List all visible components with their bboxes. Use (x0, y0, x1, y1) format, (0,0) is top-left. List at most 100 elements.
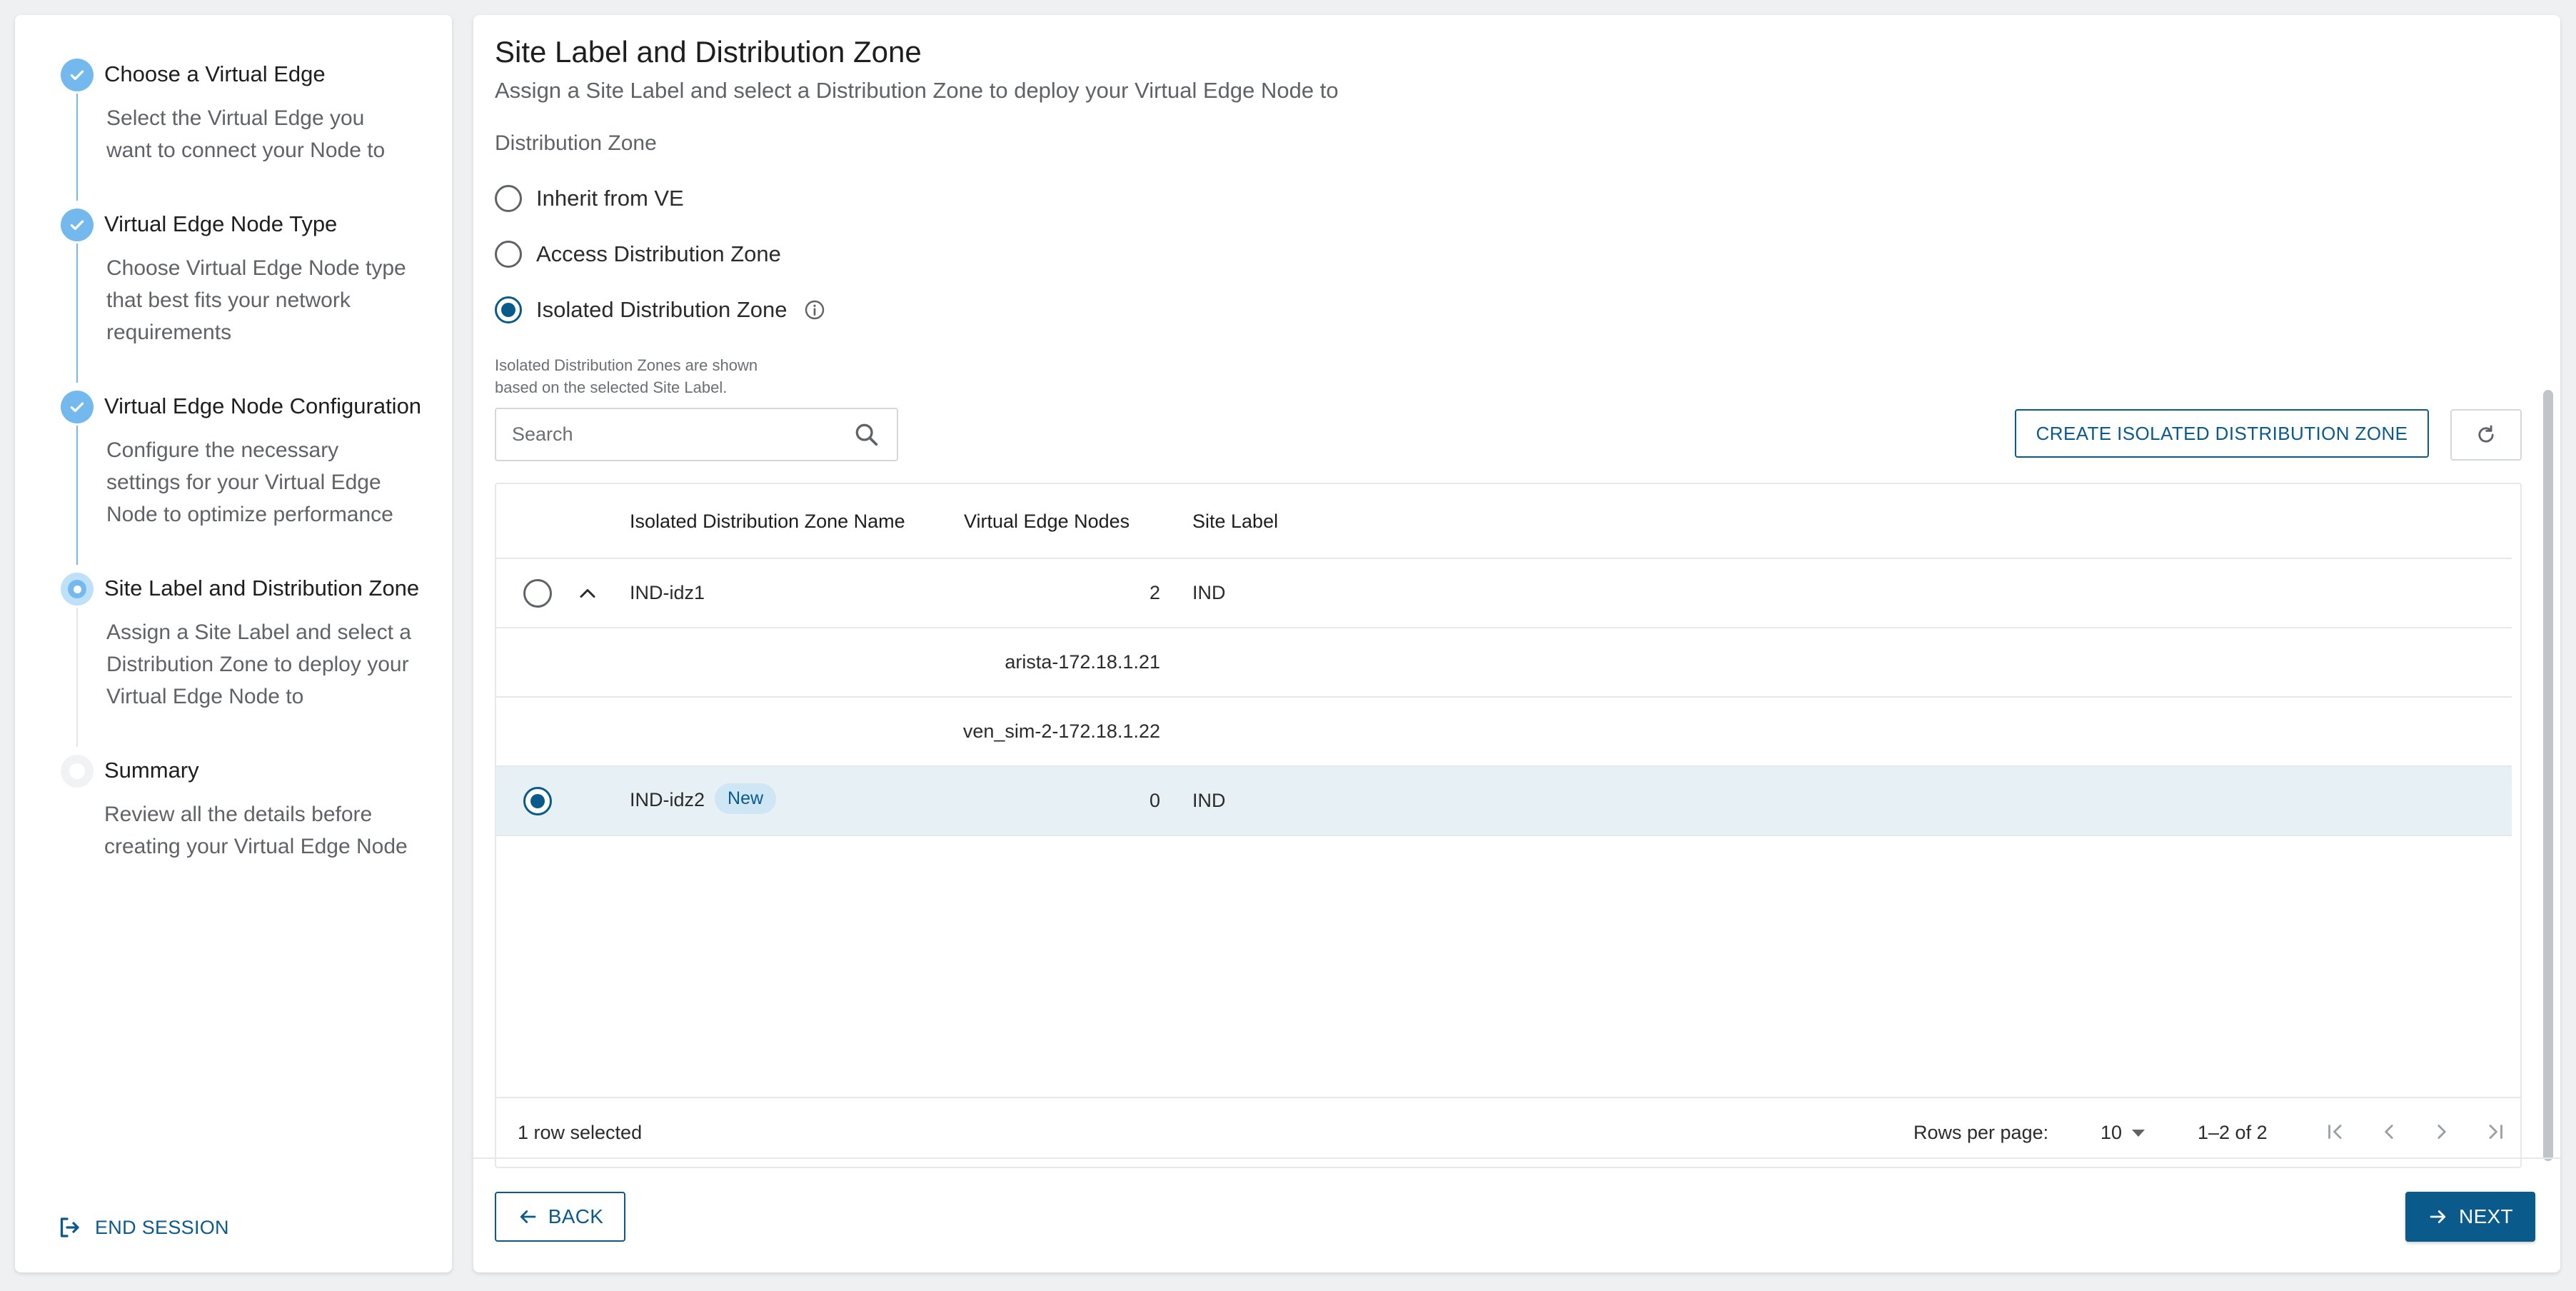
step-connector (76, 243, 78, 383)
step-desc-line: Distribution Zone to deploy your (106, 653, 409, 676)
check-icon (61, 209, 94, 241)
check-icon (61, 59, 94, 91)
back-button[interactable]: BACK (495, 1192, 625, 1242)
first-page-button[interactable] (2319, 1115, 2352, 1148)
rows-selected-text: 1 row selected (518, 1122, 643, 1143)
page-title: Site Label and Distribution Zone (495, 35, 922, 69)
zone-name-cell: IND-idz1 (630, 582, 705, 603)
new-badge: New (715, 783, 777, 814)
step-desc-line: want to connect your Node to (106, 139, 386, 162)
caret-down-icon (2132, 1129, 2145, 1137)
virtual-edge-nodes-cell: 0 (1149, 790, 1160, 811)
active-step-icon (61, 573, 94, 606)
last-page-icon (2489, 1125, 2502, 1139)
rows-per-page-label: Rows per page: (1913, 1122, 2049, 1143)
step-desc-line: Virtual Edge Node to (106, 685, 304, 708)
site-label-cell: IND (1192, 582, 1226, 603)
info-icon[interactable] (803, 298, 826, 321)
end-session-label: END SESSION (95, 1216, 229, 1238)
row-select-radio[interactable] (523, 579, 552, 608)
next-page-button[interactable] (2425, 1115, 2458, 1148)
column-header-site-label[interactable]: Site Label (1192, 511, 1278, 533)
virtual-edge-nodes-cell: 2 (1149, 582, 1160, 603)
step-description: Select the Virtual Edge you want to conn… (106, 102, 435, 166)
step-connector (76, 426, 78, 565)
step-description: Choose Virtual Edge Node type that best … (106, 252, 435, 348)
step-desc-line: Review all the details before (104, 803, 373, 826)
arrow-left-icon (520, 1210, 536, 1223)
step-desc-line: creating your Virtual Edge Node (104, 835, 408, 858)
step-connector (76, 94, 78, 201)
step-title: Virtual Edge Node Type (104, 211, 338, 236)
step-title: Site Label and Distribution Zone (104, 576, 420, 601)
help-line: based on the selected Site Label. (495, 378, 728, 396)
refresh-button[interactable] (2450, 409, 2522, 461)
wizard-stepper: Choose a Virtual Edge Select the Virtual… (15, 15, 452, 1272)
main-panel: Site Label and Distribution Zone Assign … (473, 15, 2560, 1272)
chevron-right-icon (2437, 1125, 2446, 1139)
step-desc-line: that best fits your network (106, 288, 351, 312)
step-desc-line: requirements (106, 321, 232, 344)
next-button[interactable]: NEXT (2405, 1192, 2535, 1242)
site-label-cell: IND (1192, 790, 1226, 811)
table-pagination: 1 row selected Rows per page: 10 1–2 of … (496, 1097, 2520, 1167)
table-child-row: ven_sim-2-172.18.1.22 (496, 698, 2512, 767)
column-header-zone-name[interactable]: Isolated Distribution Zone Name (630, 511, 905, 533)
check-icon (61, 391, 94, 423)
radio-access-distribution-zone[interactable]: Access Distribution Zone (495, 241, 781, 268)
last-page-button[interactable] (2479, 1115, 2512, 1148)
back-label: BACK (548, 1205, 604, 1227)
radio-button[interactable] (495, 241, 522, 268)
chevron-up-icon[interactable] (575, 581, 600, 606)
search-icon[interactable] (852, 421, 881, 449)
radio-label: Access Distribution Zone (536, 241, 781, 266)
table-row-selected[interactable]: IND-idz2 New 0 IND (496, 767, 2512, 836)
chevron-left-icon (2385, 1125, 2393, 1139)
radio-inherit-from-ve[interactable]: Inherit from VE (495, 185, 684, 212)
pending-step-icon (61, 755, 94, 788)
step-title: Virtual Edge Node Configuration (104, 393, 422, 418)
help-line: Isolated Distribution Zones are shown (495, 356, 758, 374)
step-desc-line: Choose Virtual Edge Node type (106, 256, 406, 280)
search-box[interactable] (495, 408, 898, 461)
radio-label: Isolated Distribution Zone (536, 297, 788, 322)
radio-button[interactable] (495, 185, 522, 212)
table-row[interactable]: IND-idz1 2 IND (496, 559, 2512, 628)
end-session-button[interactable]: END SESSION (56, 1215, 229, 1240)
step-desc-line: Node to optimize performance (106, 503, 393, 526)
step-description: Configure the necessary settings for you… (106, 434, 435, 531)
footer-divider (473, 1157, 2560, 1159)
zone-name-text: IND-idz2 (630, 789, 705, 810)
row-select-radio[interactable] (523, 787, 552, 815)
next-label: NEXT (2459, 1205, 2513, 1227)
radio-label: Inherit from VE (536, 186, 684, 211)
step-connector (76, 608, 78, 747)
distribution-zone-label: Distribution Zone (495, 131, 657, 155)
previous-page-button[interactable] (2373, 1115, 2405, 1148)
step-title: Summary (104, 758, 199, 783)
create-isolated-distribution-zone-button[interactable]: CREATE ISOLATED DISTRIBUTION ZONE (2015, 409, 2429, 458)
first-page-icon (2328, 1125, 2342, 1139)
step-desc-line: Assign a Site Label and select a (106, 621, 411, 644)
step-desc-line: settings for your Virtual Edge (106, 471, 381, 494)
zone-name-cell: IND-idz2 New (630, 783, 777, 816)
vertical-scrollbar[interactable] (2541, 133, 2557, 1175)
virtual-edge-node-cell: arista-172.18.1.21 (1005, 651, 1160, 673)
refresh-icon (2478, 425, 2494, 443)
step-title: Choose a Virtual Edge (104, 61, 326, 86)
virtual-edge-node-cell: ven_sim-2-172.18.1.22 (962, 720, 1160, 742)
table-child-row: arista-172.18.1.21 (496, 628, 2512, 698)
column-header-virtual-edge-nodes[interactable]: Virtual Edge Nodes (964, 511, 1129, 533)
step-desc-line: Configure the necessary (106, 438, 339, 462)
rows-per-page-value: 10 (2100, 1122, 2123, 1143)
page-subtitle: Assign a Site Label and select a Distrib… (495, 78, 1339, 103)
rows-per-page-select[interactable]: 10 (2100, 1122, 2145, 1144)
step-desc-line: Select the Virtual Edge you (106, 106, 365, 130)
isolated-zones-table: Isolated Distribution Zone Name Virtual … (495, 483, 2522, 1168)
scrollbar-thumb[interactable] (2543, 390, 2553, 1161)
search-input[interactable] (512, 423, 852, 446)
isolated-zone-help-text: Isolated Distribution Zones are shown ba… (495, 354, 837, 398)
logout-icon (60, 1217, 79, 1237)
radio-button-checked[interactable] (495, 296, 522, 323)
radio-isolated-distribution-zone[interactable]: Isolated Distribution Zone (495, 296, 826, 323)
